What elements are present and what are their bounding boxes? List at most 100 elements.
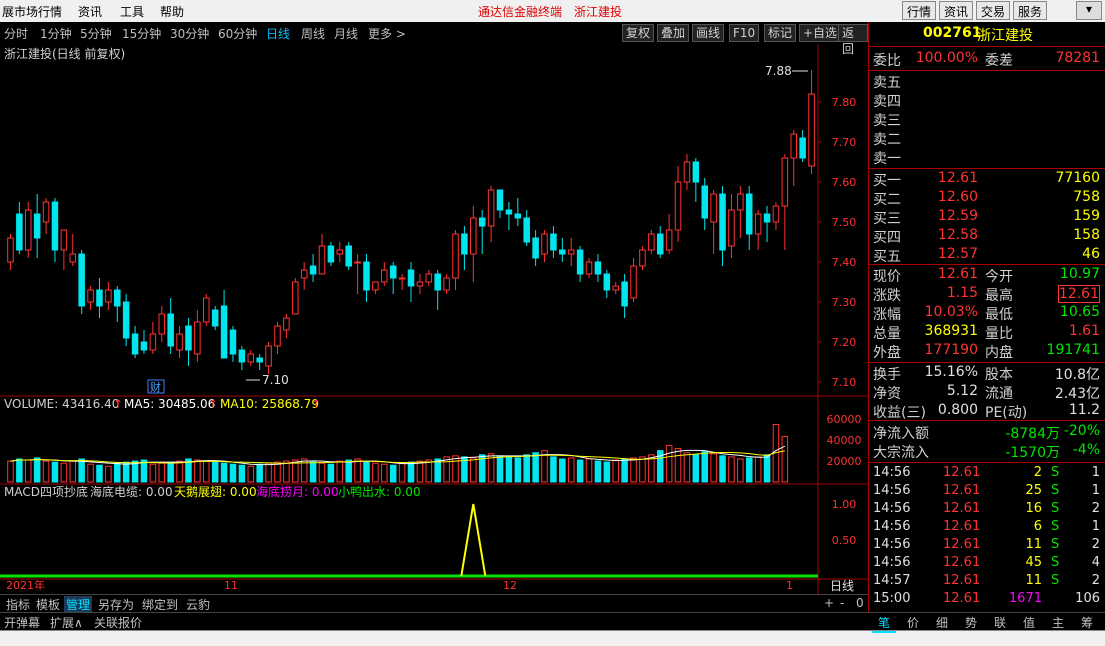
candle-body[interactable] <box>496 189 504 211</box>
candle-body[interactable] <box>211 309 219 327</box>
btn-service[interactable]: 服务 <box>1013 1 1048 20</box>
volume-bar[interactable] <box>567 457 575 483</box>
volume-bar[interactable] <box>505 456 513 483</box>
candle-body[interactable] <box>728 209 735 247</box>
volume-bar[interactable] <box>33 457 41 483</box>
candle-body[interactable] <box>122 301 130 339</box>
candle-body[interactable] <box>203 297 210 323</box>
zoom-reset-button[interactable]: 0 <box>854 596 866 610</box>
volume-bar[interactable] <box>496 455 504 483</box>
candle-body[interactable] <box>274 325 281 347</box>
quote-tab[interactable]: 势 <box>959 614 983 631</box>
period-5m[interactable]: 5分钟 <box>80 25 112 42</box>
candle-body[interactable] <box>754 213 762 235</box>
candle-body[interactable] <box>452 233 459 279</box>
candle-body[interactable] <box>220 305 228 359</box>
tab-indicator[interactable]: 指标 <box>4 596 32 613</box>
volume-bar[interactable] <box>220 462 228 483</box>
volume-bar[interactable] <box>781 436 789 483</box>
volume-bar[interactable] <box>434 458 441 483</box>
candle-body[interactable] <box>105 289 112 303</box>
volume-bar[interactable] <box>443 456 450 483</box>
candle-body[interactable] <box>33 213 41 239</box>
candle-body[interactable] <box>425 273 433 283</box>
volume-bar[interactable] <box>372 462 379 483</box>
volume-bar[interactable] <box>140 459 148 483</box>
volume-bar[interactable] <box>701 451 708 483</box>
volume-bar[interactable] <box>398 462 406 483</box>
volume-bar[interactable] <box>389 464 397 483</box>
candle-body[interactable] <box>318 245 326 275</box>
candle-body[interactable] <box>336 249 344 255</box>
volume-bar[interactable] <box>763 454 771 483</box>
tab-bind[interactable]: 绑定到 <box>140 596 180 613</box>
volume-bar[interactable] <box>149 463 157 483</box>
volume-bar[interactable] <box>336 460 344 483</box>
period-more[interactable]: 更多 > <box>368 25 406 42</box>
zoom-out-button[interactable]: - <box>838 596 846 610</box>
candle-body[interactable] <box>185 325 192 351</box>
kline-chart-area[interactable]: 浙江建投(日线 前复权) 7.80 7.70 7.60 7.50 7.40 7.30 7.2… <box>0 44 868 594</box>
candle-body[interactable] <box>621 281 628 307</box>
volume-bar[interactable] <box>407 461 415 483</box>
candle-body[interactable] <box>639 249 646 267</box>
volume-bar[interactable] <box>345 459 352 483</box>
candle-body[interactable] <box>7 237 14 263</box>
candle-body[interactable] <box>656 233 664 255</box>
volume-bar[interactable] <box>327 463 335 483</box>
volume-bar[interactable] <box>96 464 103 483</box>
candle-body[interactable] <box>389 265 397 279</box>
candle-body[interactable] <box>772 205 780 223</box>
btn-quote[interactable]: 行情 <box>902 1 937 20</box>
period-timeshare[interactable]: 分时 <box>4 25 28 42</box>
candle-body[interactable] <box>532 237 539 259</box>
candle-body[interactable] <box>808 93 815 167</box>
btn-adjust[interactable]: 复权 <box>622 24 655 42</box>
candle-body[interactable] <box>238 349 246 363</box>
candle-body[interactable] <box>612 285 619 291</box>
candle-body[interactable] <box>710 193 717 223</box>
volume-bar[interactable] <box>754 456 762 483</box>
btn-back[interactable]: 返回 <box>838 24 868 56</box>
volume-bar[interactable] <box>203 460 210 483</box>
quote-tab[interactable]: 价 <box>901 614 925 631</box>
volume-bar[interactable] <box>683 452 691 483</box>
period-30m[interactable]: 30分钟 <box>170 25 209 42</box>
menu-tools[interactable]: 工具 <box>120 3 144 20</box>
candle-body[interactable] <box>309 265 317 275</box>
volume-bar[interactable] <box>42 460 50 483</box>
candle-body[interactable] <box>683 161 691 183</box>
volume-bar[interactable] <box>603 461 611 483</box>
volume-bar[interactable] <box>318 462 326 483</box>
candle-body[interactable] <box>345 245 352 267</box>
quote-tab[interactable]: 细 <box>930 614 954 631</box>
tab-danmaku[interactable]: 开弹幕 <box>4 614 40 631</box>
volume-bar[interactable] <box>523 454 530 483</box>
btn-draw[interactable]: 画线 <box>692 24 725 42</box>
tab-expand[interactable]: 扩展∧ <box>50 614 83 631</box>
volume-bar[interactable] <box>176 460 183 483</box>
menu-news[interactable]: 资讯 <box>78 3 102 20</box>
kline-chart-svg[interactable]: 浙江建投(日线 前复权) 7.80 7.70 7.60 7.50 7.40 7.30 7.2… <box>0 44 868 594</box>
candle-body[interactable] <box>461 233 468 255</box>
volume-bar[interactable] <box>51 461 59 483</box>
candle-body[interactable] <box>559 249 566 255</box>
candle-body[interactable] <box>149 333 157 351</box>
volume-bar[interactable] <box>78 458 85 483</box>
candle-body[interactable] <box>603 273 611 291</box>
candle-body[interactable] <box>283 317 290 331</box>
volume-bar[interactable] <box>158 462 166 483</box>
btn-mark[interactable]: 标记 <box>764 24 797 42</box>
volume-bar[interactable] <box>665 444 673 483</box>
btn-add-favorite[interactable]: +自选 <box>799 24 842 42</box>
volume-bar[interactable] <box>470 457 477 483</box>
candle-body[interactable] <box>131 333 139 355</box>
candle-body[interactable] <box>167 313 174 347</box>
quote-tab[interactable]: 筹 <box>1075 614 1099 631</box>
candle-body[interactable] <box>176 333 183 351</box>
candle-body[interactable] <box>24 209 32 251</box>
volume-bar[interactable] <box>247 465 255 483</box>
zoom-in-button[interactable]: + <box>822 596 836 610</box>
candle-body[interactable] <box>434 273 441 291</box>
candle-body[interactable] <box>416 281 424 287</box>
